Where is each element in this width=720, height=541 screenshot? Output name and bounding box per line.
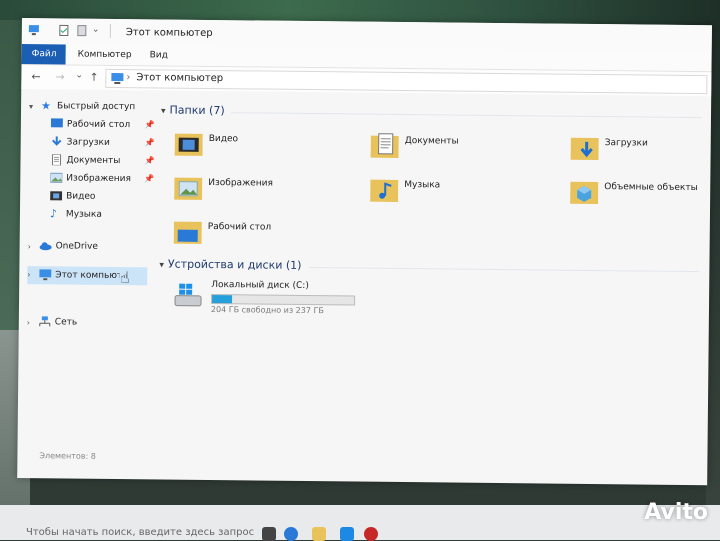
drive-usage-bar	[211, 294, 355, 306]
devices-group-header[interactable]: ▾Устройства и диски (1)	[159, 257, 301, 271]
cloud-icon	[40, 240, 52, 251]
store-icon[interactable]	[340, 527, 354, 541]
expand-chevron-icon[interactable]: ›	[27, 270, 30, 279]
up-button[interactable]: ↑	[89, 71, 98, 84]
hand-cursor-icon: ☝	[120, 268, 130, 287]
taskbar: Чтобы начать поиск, введите здесь запрос	[0, 505, 720, 540]
folder-videos[interactable]: Видео	[175, 130, 355, 164]
folder-desktop[interactable]: Рабочий стол	[174, 218, 354, 252]
recent-locations-button[interactable]: ⌄	[75, 71, 83, 81]
downloads-folder-icon	[571, 134, 599, 162]
drive-c[interactable]: Локальный диск (C:) 204 ГБ свободно из 2…	[173, 280, 373, 322]
pin-icon: 📌	[144, 171, 154, 187]
3d-objects-folder-icon	[570, 178, 598, 206]
opera-icon[interactable]	[364, 527, 378, 541]
navigation-pane: ▾ ★ Быстрый доступ Рабочий стол 📌 Загруз…	[17, 98, 161, 469]
expand-chevron-icon[interactable]: ▾	[29, 102, 33, 111]
video-icon	[50, 190, 62, 201]
title-separator	[110, 24, 111, 38]
star-icon: ★	[41, 98, 53, 109]
edge-icon[interactable]	[284, 527, 298, 541]
taskbar-search[interactable]: Чтобы начать поиск, введите здесь запрос	[26, 527, 254, 538]
folder-downloads[interactable]: Загрузки	[570, 134, 710, 167]
network-icon	[39, 316, 51, 327]
desktop-icon	[51, 118, 63, 129]
content-pane: ▾Папки (7) Видео Документы Загрузки Изоб…	[157, 99, 711, 475]
breadcrumb-separator: ›	[126, 72, 130, 83]
group-divider	[231, 112, 701, 118]
expand-chevron-icon[interactable]: ›	[27, 318, 30, 327]
tab-file[interactable]: Файл	[22, 44, 66, 64]
pictures-icon	[50, 172, 62, 183]
folder-pictures[interactable]: Изображения	[174, 174, 354, 208]
collapse-chevron-icon: ▾	[159, 260, 164, 270]
avito-watermark: Avito	[644, 500, 708, 525]
downloads-icon	[51, 136, 63, 147]
address-bar[interactable]: › Этот компьютер ›	[105, 69, 707, 94]
hard-drive-icon	[173, 280, 203, 310]
documents-folder-icon	[371, 132, 399, 160]
pin-icon: 📌	[145, 135, 155, 151]
file-explorer-taskbar-icon[interactable]	[312, 527, 326, 541]
new-folder-icon[interactable]	[76, 25, 88, 37]
tab-view[interactable]: Вид	[140, 45, 178, 65]
breadcrumb-this-pc[interactable]: Этот компьютер	[136, 72, 223, 84]
group-divider	[309, 267, 699, 272]
music-folder-icon	[370, 176, 398, 204]
drive-usage-fill	[212, 295, 232, 303]
music-note-icon: ♪	[50, 206, 62, 217]
expand-chevron-icon[interactable]: ›	[28, 242, 31, 251]
this-pc-icon	[39, 269, 51, 280]
folder-documents[interactable]: Документы	[370, 132, 550, 166]
task-view-icon[interactable]	[262, 527, 276, 541]
folders-group-header[interactable]: ▾Папки (7)	[161, 103, 225, 117]
folder-3d-objects[interactable]: Объемные объекты	[570, 178, 710, 211]
folder-music[interactable]: Музыка	[370, 176, 550, 210]
video-folder-icon	[175, 130, 203, 158]
collapse-chevron-icon: ▾	[161, 106, 166, 116]
documents-icon	[50, 154, 62, 165]
pin-icon: 📌	[145, 117, 155, 133]
properties-icon[interactable]	[58, 24, 70, 36]
pin-icon: 📌	[144, 153, 154, 169]
file-explorer-window: ⌄ Этот компьютер Файл Компьютер Вид ← → …	[17, 18, 712, 485]
breadcrumb-chevron[interactable]: ›	[216, 72, 220, 83]
desktop-folder-icon	[174, 218, 202, 246]
back-button[interactable]: ←	[31, 70, 40, 83]
this-pc-icon	[28, 24, 40, 36]
forward-button[interactable]: →	[55, 70, 64, 83]
this-pc-icon	[110, 73, 124, 84]
quick-access-dropdown-icon[interactable]: ⌄	[92, 25, 104, 37]
pictures-folder-icon	[174, 174, 202, 202]
tab-computer[interactable]: Компьютер	[68, 44, 142, 65]
status-item-count: Элементов: 8	[39, 451, 95, 461]
window-title: Этот компьютер	[126, 27, 213, 39]
